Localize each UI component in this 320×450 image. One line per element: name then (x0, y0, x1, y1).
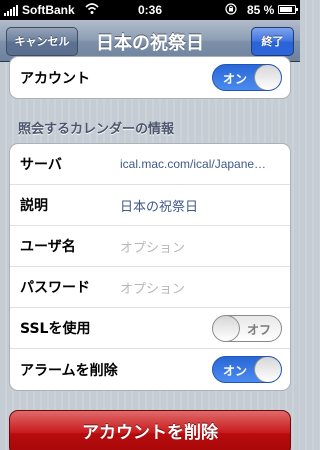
ssl-toggle[interactable]: オフ (212, 314, 282, 342)
account-toggle-label: オン (223, 72, 248, 86)
calendar-info-group: サーバ ical.mac.com/ical/Japane… 説明 日本の祝祭日 … (9, 143, 291, 391)
ssl-toggle-label: オフ (246, 322, 271, 337)
battery-percent: 85 % (247, 3, 275, 17)
username-row[interactable]: ユーザ名 オプション (10, 226, 290, 267)
alarm-label: アラームを削除 (20, 362, 118, 379)
toggle-knob (254, 65, 281, 90)
done-button[interactable]: 終了 (251, 27, 294, 56)
server-row[interactable]: サーバ ical.mac.com/ical/Japane… (10, 144, 290, 185)
battery-fill (280, 7, 292, 12)
toggle-knob (254, 357, 281, 382)
toggle-knob (213, 315, 240, 341)
description-label: 説明 (20, 198, 48, 214)
ssl-row: SSLを使用 オフ (10, 308, 290, 349)
orientation-lock-icon (225, 3, 237, 18)
alarm-toggle-label: オン (223, 364, 248, 378)
alarm-row: アラームを削除 オン (10, 349, 290, 390)
alarm-toggle[interactable]: オン (212, 356, 282, 383)
username-label: ユーザ名 (20, 239, 76, 255)
password-field[interactable]: オプション (120, 278, 282, 297)
ssl-label: SSLを使用 (20, 321, 91, 337)
status-bar: SoftBank 0:36 85 % (0, 0, 300, 20)
account-row: アカウント オン (10, 57, 290, 98)
server-field[interactable]: ical.mac.com/ical/Japane… (120, 157, 282, 171)
password-row[interactable]: パスワード オプション (10, 267, 290, 308)
section-header: 照会するカレンダーの情報 (18, 122, 175, 137)
account-toggle[interactable]: オン (212, 64, 282, 91)
description-row[interactable]: 説明 日本の祝祭日 (10, 185, 290, 226)
account-group: アカウント オン (9, 56, 291, 99)
description-field[interactable]: 日本の祝祭日 (120, 196, 282, 215)
battery-icon (278, 5, 298, 14)
username-field[interactable]: オプション (120, 237, 282, 256)
account-label: アカウント (20, 70, 90, 87)
password-label: パスワード (20, 280, 90, 296)
delete-account-button[interactable]: アカウントを削除 (9, 410, 291, 450)
server-label: サーバ (20, 157, 62, 173)
